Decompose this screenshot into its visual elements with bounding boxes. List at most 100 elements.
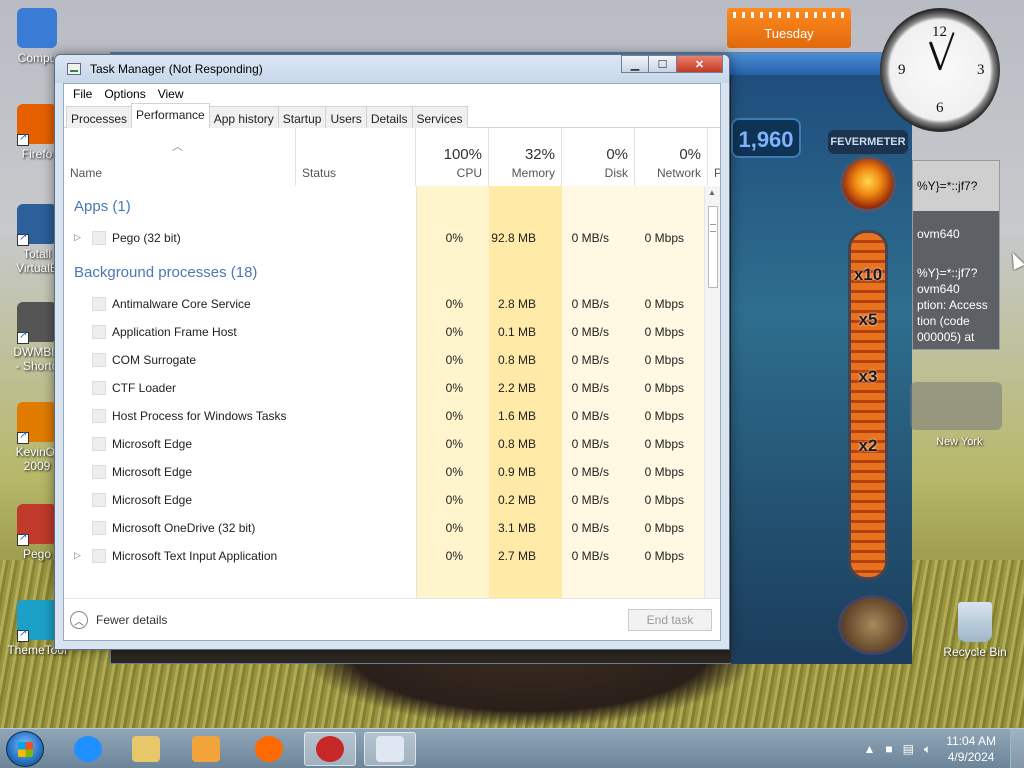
process-cpu-value: 0% (445, 521, 463, 535)
volume-muted-icon[interactable]: 🔈︎ (924, 742, 931, 757)
process-name: Antimalware Core Service (112, 297, 251, 311)
process-list: Apps (1) Background processes (18) ▷ Pego… (64, 186, 704, 622)
shortcut-arrow-icon (17, 132, 29, 146)
menu-file[interactable]: File (67, 84, 98, 104)
minimize-button[interactable]: ▁ (621, 55, 649, 73)
process-memory-value: 0.1 MB (497, 325, 536, 339)
column-disk[interactable]: 0% Disk (562, 128, 635, 186)
clock-gadget[interactable]: 12 3 6 9 (880, 8, 1000, 132)
process-row[interactable]: Microsoft Edge 0% 0.2 MB 0 MB/s 0 Mbps (64, 486, 704, 514)
column-disk-label: Disk (604, 166, 628, 180)
taskbar-button[interactable] (62, 732, 114, 766)
process-row[interactable]: ▷ Pego (32 bit) 0% 92.8 MB 0 MB/s 0 Mbps (64, 224, 704, 252)
process-network-value: 0 Mbps (644, 325, 684, 339)
action-center-icon[interactable]: ■ (885, 742, 892, 756)
close-button[interactable]: ✕ (677, 55, 723, 73)
group-apps[interactable]: Apps (1) (74, 198, 131, 215)
process-cpu-value: 0% (445, 549, 463, 563)
tab-startup[interactable]: Startup (277, 106, 327, 128)
process-network-value: 0 Mbps (644, 381, 684, 395)
column-cpu[interactable]: 100% CPU (416, 128, 489, 186)
process-memory-value: 1.6 MB (497, 409, 536, 423)
error-line: ovm640 (917, 282, 960, 296)
process-disk-value: 0 MB/s (571, 493, 609, 507)
process-icon (92, 353, 106, 367)
network-total-percent: 0% (679, 146, 701, 163)
column-memory[interactable]: 32% Memory (489, 128, 562, 186)
tab-processes[interactable]: Processes (66, 106, 133, 128)
desktop-widget-icons[interactable] (910, 382, 1002, 430)
maximize-button[interactable]: ☐ (649, 55, 677, 73)
taskbar-button[interactable] (180, 732, 232, 766)
process-memory-value: 2.2 MB (497, 381, 536, 395)
taskbar-button[interactable] (364, 732, 416, 766)
tab-details[interactable]: Details (365, 106, 413, 128)
process-icon (92, 297, 106, 311)
recycle-bin-icon (958, 602, 992, 642)
process-icon (92, 409, 106, 423)
process-row[interactable]: Microsoft OneDrive (32 bit) 0% 3.1 MB 0 MB/… (64, 514, 704, 542)
vertical-scroll-thumb[interactable] (708, 206, 718, 288)
show-desktop-button[interactable] (1010, 729, 1024, 768)
taskbar-button[interactable] (243, 732, 295, 766)
tab-users[interactable]: Users (325, 106, 367, 128)
error-line: ovm640 (913, 211, 999, 263)
taskbar-button[interactable] (120, 732, 172, 766)
process-row[interactable]: Microsoft Edge 0% 0.9 MB 0 MB/s 0 Mbps (64, 458, 704, 486)
recycle-bin-icon-container[interactable]: Recycle Bin (940, 602, 1010, 659)
process-name: Microsoft OneDrive (32 bit) (112, 521, 256, 535)
scroll-up-arrow-icon[interactable]: ▲ (708, 188, 716, 197)
process-disk-value: 0 MB/s (571, 521, 609, 535)
column-status-label: Status (302, 166, 337, 180)
process-row[interactable]: COM Surrogate 0% 0.8 MB 0 MB/s 0 Mbps (64, 346, 704, 374)
column-power[interactable]: P (708, 128, 720, 186)
menu-view[interactable]: View (152, 84, 190, 104)
calendar-gadget[interactable]: Tuesday (727, 8, 851, 48)
column-network[interactable]: 0% Network (635, 128, 708, 186)
scroll-grip-icon (710, 224, 716, 232)
process-cpu-value: 0% (445, 381, 463, 395)
network-icon[interactable]: ▤ (903, 742, 914, 756)
expand-chevron-icon[interactable]: ▷ (74, 550, 81, 561)
show-hidden-icons-icon[interactable]: ▲ (864, 742, 876, 756)
taskbar-clock[interactable]: 11:04 AM 4/9/2024 (946, 733, 996, 765)
process-row[interactable]: Application Frame Host 0% 0.1 MB 0 MB/s 0 Mb… (64, 318, 704, 346)
column-header-row: ︿ Name Status 100% CPU 32% Memory 0% Dis… (64, 128, 720, 186)
end-task-button[interactable]: End task (628, 609, 712, 631)
task-manager-titlebar[interactable]: Task Manager (Not Responding) ▁ ☐ ✕ (55, 55, 729, 83)
process-row[interactable]: Host Process for Windows Tasks 0% 1.6 MB 0 … (64, 402, 704, 430)
clock-three: 3 (977, 62, 985, 78)
tab-performance[interactable]: Performance (131, 103, 210, 128)
vertical-scrollbar[interactable]: ▲ ▼ (704, 186, 720, 622)
task-manager-footer: ︿ Fewer details End task (64, 598, 720, 640)
process-name: CTF Loader (112, 381, 177, 395)
taskbar-button[interactable] (304, 732, 356, 766)
process-cpu-value: 0% (445, 409, 463, 423)
process-row[interactable]: ▷ Microsoft Text Input Application 0% 2.7 M… (64, 542, 704, 570)
process-row[interactable]: Microsoft Edge 0% 0.8 MB 0 MB/s 0 Mbps (64, 430, 704, 458)
calendar-day: Tuesday (764, 26, 814, 41)
column-name[interactable]: Name (64, 128, 296, 186)
menu-options[interactable]: Options (98, 84, 151, 104)
desktop-app-icon (17, 402, 57, 444)
column-status[interactable]: Status (296, 128, 416, 186)
task-manager-icon (376, 736, 404, 762)
expand-chevron-icon[interactable]: ▷ (74, 232, 81, 243)
process-row[interactable]: CTF Loader 0% 2.2 MB 0 MB/s 0 Mbps (64, 374, 704, 402)
tab-services[interactable]: Services (411, 106, 468, 128)
task-manager-title: Task Manager (Not Responding) (90, 62, 263, 76)
process-disk-value: 0 MB/s (571, 231, 609, 245)
multiplier-x2: x2 (858, 436, 878, 455)
process-cpu-value: 0% (445, 465, 463, 479)
task-manager-window[interactable]: Task Manager (Not Responding) ▁ ☐ ✕ File… (54, 54, 730, 650)
media-player-icon (192, 736, 220, 762)
file-explorer-icon (132, 736, 160, 762)
task-manager-app-icon (67, 63, 81, 75)
tab-app-history[interactable]: App history (208, 106, 279, 128)
group-background-processes[interactable]: Background processes (18) (74, 264, 257, 281)
process-icon (92, 325, 106, 339)
fewer-details-button[interactable]: ︿ Fewer details (70, 611, 167, 629)
start-button[interactable] (6, 731, 44, 767)
error-dialog-fragment[interactable]: %Y}=*::jf7? ovm640 %Y}=*::jf7? ovm640 pt… (912, 160, 1000, 350)
process-row[interactable]: Antimalware Core Service 0% 2.8 MB 0 MB/s 0 … (64, 290, 704, 318)
